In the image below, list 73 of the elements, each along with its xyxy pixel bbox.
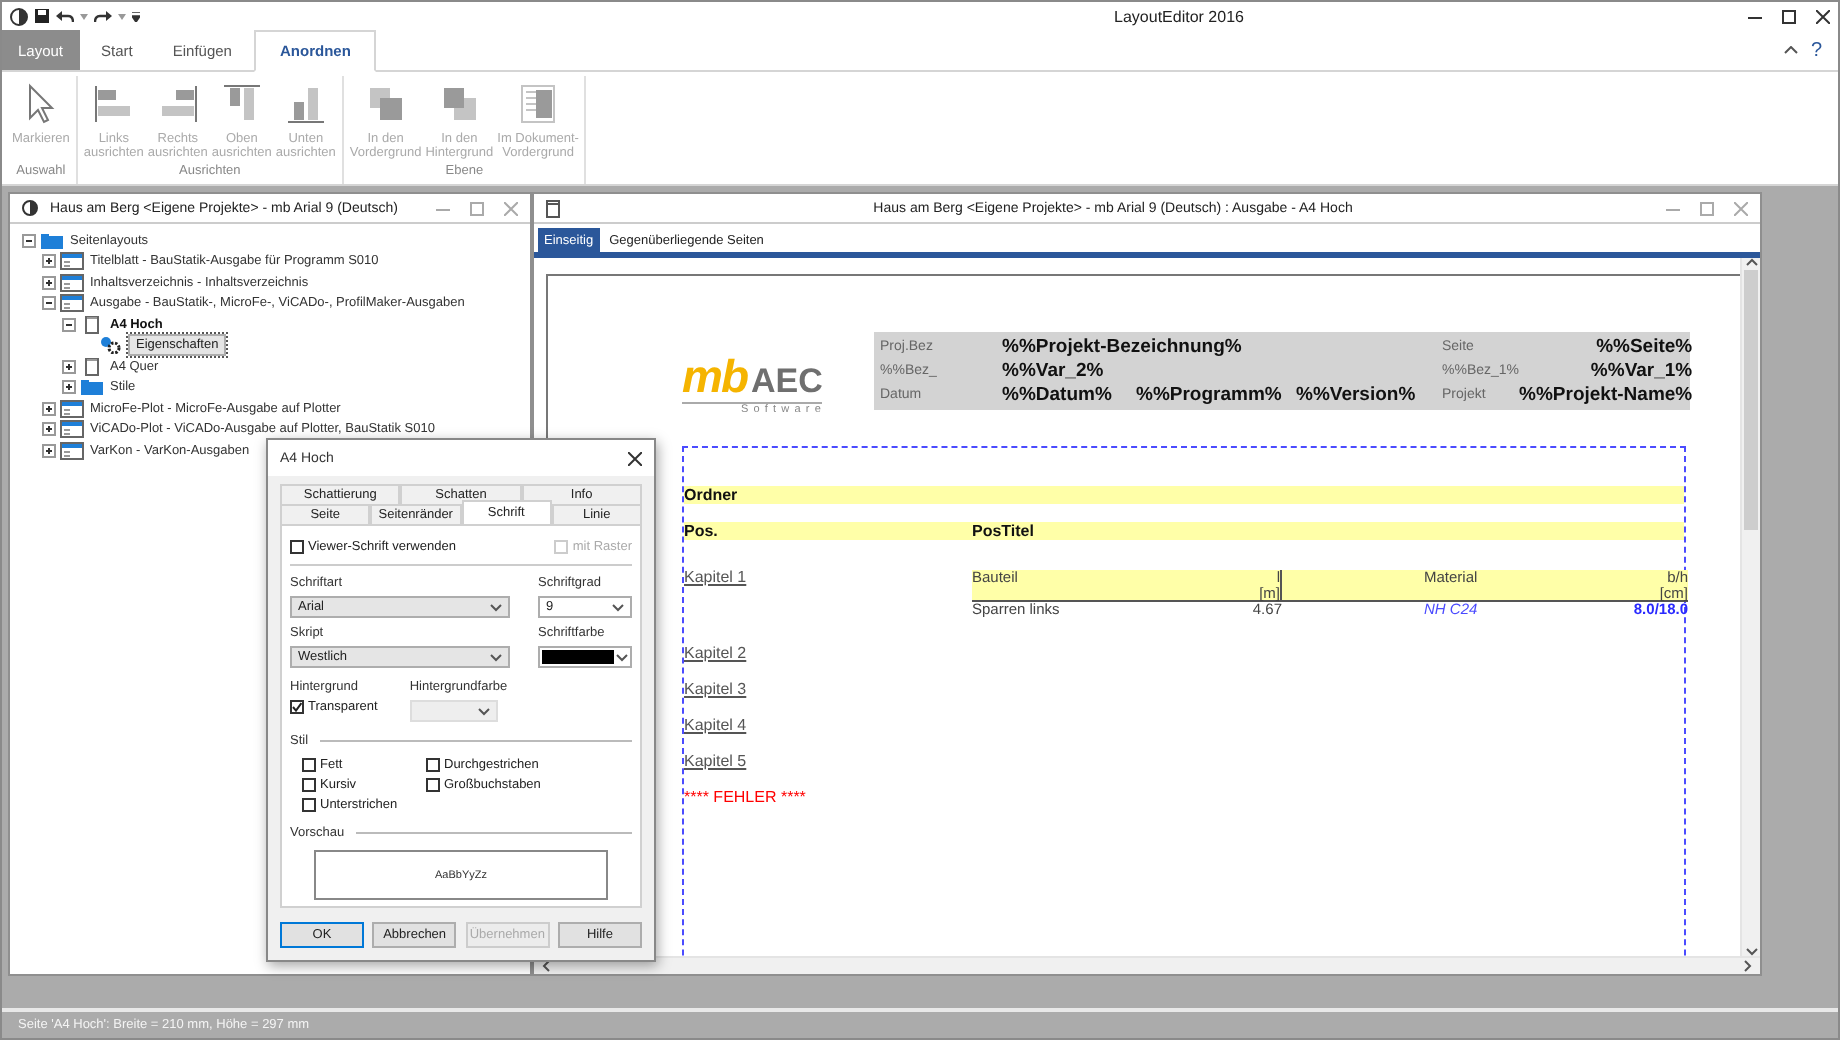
chevron-down-icon	[612, 603, 624, 611]
chapter-link[interactable]: Kapitel 2	[684, 634, 747, 670]
customize-icon[interactable]	[132, 11, 140, 21]
band-text: PosTitel	[972, 522, 1036, 540]
help-button[interactable]: ?	[1810, 39, 1822, 61]
page-icon	[80, 315, 104, 334]
scroll-down-icon[interactable]	[1745, 948, 1757, 956]
chapter-link[interactable]: Kapitel 1	[684, 558, 747, 594]
chapter-link[interactable]: Kapitel 5	[684, 742, 747, 778]
scroll-thumb[interactable]	[1744, 270, 1758, 530]
layout-icon	[60, 273, 84, 292]
scroll-right-icon[interactable]	[1744, 960, 1752, 972]
layout-icon	[60, 252, 84, 271]
align-bottom-icon	[283, 82, 328, 126]
expand-icon[interactable]	[62, 380, 76, 395]
document-front-icon	[516, 82, 561, 126]
save-icon[interactable]	[34, 8, 50, 24]
layout-icon	[60, 294, 84, 313]
expand-icon[interactable]	[42, 443, 56, 458]
logo-mark: mb	[682, 356, 750, 396]
layout-icon	[60, 420, 84, 439]
chapter-link[interactable]: Kapitel 4	[684, 706, 747, 742]
chevron-down-icon	[490, 653, 502, 661]
placeholder-field: %%Seite%	[1519, 336, 1693, 358]
placeholder-field: %%Datum%	[1002, 384, 1136, 406]
scroll-up-icon[interactable]	[1745, 258, 1757, 266]
page-icon	[80, 357, 104, 376]
band-text: Ordner	[684, 486, 740, 504]
horizontal-scrollbar[interactable]	[534, 956, 1760, 974]
folder-icon	[80, 378, 104, 397]
expand-icon[interactable]	[42, 254, 56, 269]
app-logo-icon[interactable]	[10, 7, 28, 25]
undo-icon[interactable]	[56, 9, 74, 23]
chevron-down-icon	[616, 653, 628, 661]
caret-icon[interactable]	[118, 13, 126, 19]
expand-icon[interactable]	[42, 422, 56, 437]
collapse-icon[interactable]	[62, 317, 76, 332]
placeholder-field: %%Var_1%	[1519, 360, 1693, 382]
check-icon	[292, 702, 302, 712]
close-icon[interactable]	[628, 451, 642, 465]
close-icon[interactable]	[1816, 9, 1830, 23]
app-logo-icon[interactable]	[22, 200, 38, 216]
redo-icon[interactable]	[94, 9, 112, 23]
placeholder-field: %%Projekt-Bezeichnung%	[1002, 336, 1442, 358]
color-picker[interactable]	[538, 646, 632, 668]
chevron-down-icon	[477, 707, 490, 715]
chapter-link[interactable]: Kapitel 3	[684, 670, 747, 706]
placeholder-field: %%Var_2%	[1002, 360, 1442, 382]
folder-icon	[40, 231, 64, 250]
caret-icon[interactable]	[80, 13, 88, 19]
layout-icon	[60, 399, 84, 418]
gear-icon	[100, 336, 124, 355]
placeholder-field: %%Version%	[1296, 384, 1442, 406]
collapse-icon[interactable]	[22, 233, 36, 248]
expand-icon[interactable]	[42, 275, 56, 290]
document-icon[interactable]	[546, 199, 560, 217]
vertical-scrollbar[interactable]	[1740, 258, 1760, 956]
expand-icon[interactable]	[62, 359, 76, 374]
expand-icon[interactable]	[42, 401, 56, 416]
align-top-icon	[219, 82, 264, 126]
scroll-left-icon[interactable]	[542, 960, 550, 972]
band-text: Pos.	[684, 522, 720, 540]
error-text: **** FEHLER ****	[684, 785, 806, 809]
placeholder-field: %%Projekt-Name%	[1519, 384, 1693, 406]
chevron-down-icon	[490, 603, 502, 611]
maximize-icon[interactable]	[1782, 9, 1796, 23]
logo-name: AEC	[751, 362, 823, 402]
placeholder-field: %%Programm%	[1136, 384, 1296, 406]
layout-icon	[60, 441, 84, 460]
collapse-icon[interactable]	[42, 296, 56, 311]
align-left-icon	[91, 82, 136, 126]
app-title: LayoutEditor 2016	[1112, 7, 1246, 25]
collapse-ribbon-icon[interactable]	[1784, 46, 1799, 54]
